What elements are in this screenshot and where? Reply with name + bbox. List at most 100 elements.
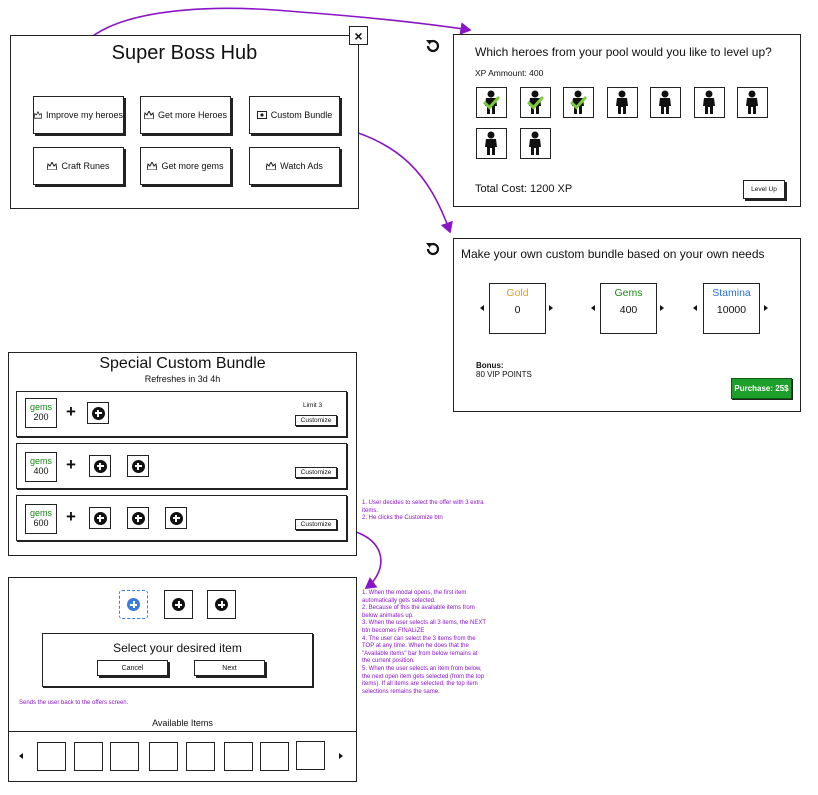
- available-item[interactable]: [186, 742, 215, 771]
- available-item[interactable]: [149, 742, 178, 771]
- refresh-icon[interactable]: [425, 241, 441, 257]
- add-item-button[interactable]: [89, 507, 111, 529]
- gems-value: 400: [33, 466, 49, 476]
- limit-label: Limit 3: [303, 402, 323, 409]
- gems-value: 200: [33, 412, 49, 422]
- chevron-left-icon[interactable]: [480, 305, 484, 311]
- add-item-button[interactable]: [127, 507, 149, 529]
- plus-circle-icon: [127, 598, 140, 611]
- customize-button[interactable]: Customize: [295, 519, 337, 530]
- chevron-left-icon[interactable]: [19, 753, 23, 759]
- level-up-button[interactable]: Level Up: [743, 180, 785, 199]
- chevron-left-icon[interactable]: [591, 305, 595, 311]
- hero-icon: [746, 90, 758, 114]
- gems-box: gems 400: [25, 452, 57, 482]
- select-prompt: Select your desired item: [113, 641, 242, 655]
- cancel-button[interactable]: Cancel: [97, 660, 168, 676]
- item-slot[interactable]: [164, 590, 193, 619]
- available-item[interactable]: [224, 742, 253, 771]
- plus-circle-icon: [93, 459, 107, 473]
- chevron-left-icon[interactable]: [693, 305, 697, 311]
- custom-bundle-button[interactable]: Custom Bundle: [249, 96, 340, 134]
- next-button[interactable]: Next: [194, 660, 265, 676]
- resource-name: Gems: [614, 287, 643, 299]
- refresh-icon[interactable]: [425, 38, 441, 54]
- available-item[interactable]: [296, 741, 325, 770]
- hero-slot[interactable]: [737, 87, 768, 118]
- hub-title: Super Boss Hub: [111, 42, 258, 64]
- get-more-gems-button[interactable]: Get more gems: [140, 147, 231, 185]
- plus-sign: +: [66, 402, 76, 421]
- gems-box: gems 600: [25, 504, 57, 534]
- custom-bundle-title: Make your own custom bundle based on you…: [461, 247, 765, 261]
- xp-amount: XP Ammount: 400: [475, 68, 544, 78]
- item-slot[interactable]: [207, 590, 236, 619]
- crown-icon: [34, 111, 42, 119]
- hero-slot[interactable]: [650, 87, 681, 118]
- available-label: Available Items: [152, 718, 213, 728]
- close-button[interactable]: ×: [349, 26, 368, 45]
- button-label: Purchase: 25$: [734, 384, 789, 393]
- chevron-right-icon[interactable]: [549, 305, 553, 311]
- button-label: Get more Heroes: [157, 110, 228, 120]
- get-more-heroes-button[interactable]: Get more Heroes: [140, 96, 231, 134]
- hero-icon: [483, 90, 500, 114]
- special-title: Special Custom Bundle: [99, 355, 266, 372]
- hero-slot[interactable]: [476, 128, 507, 159]
- hero-icon: [529, 131, 541, 155]
- gems-label: gems: [29, 456, 52, 466]
- button-label: Next: [222, 664, 237, 672]
- button-label: Customize: [300, 417, 332, 424]
- resource-value: 10000: [716, 304, 747, 316]
- crown-icon: [47, 162, 58, 170]
- hero-slot[interactable]: [693, 87, 725, 118]
- available-item[interactable]: [37, 742, 66, 771]
- crown-icon: [143, 111, 154, 119]
- gems-label: gems: [29, 402, 52, 412]
- chevron-right-icon[interactable]: [339, 753, 343, 759]
- modal-annotation: 1. When the modal opens, the first item …: [362, 590, 487, 695]
- gems-box: gems 200: [25, 398, 57, 428]
- add-item-button[interactable]: [89, 455, 111, 477]
- button-label: Craft Runes: [61, 161, 110, 171]
- resource-value: 400: [619, 304, 638, 316]
- hero-slot[interactable]: [606, 87, 638, 118]
- bonus-value: 80 VIP POINTS: [476, 370, 532, 379]
- hero-slot[interactable]: [519, 87, 551, 118]
- improve-heroes-button[interactable]: Improve my heroes: [33, 96, 124, 134]
- plus-circle-icon: [131, 511, 145, 525]
- resource-stamina: Stamina 10000: [703, 283, 760, 334]
- button-label: Level Up: [751, 186, 777, 193]
- chevron-right-icon[interactable]: [764, 305, 768, 311]
- purchase-button[interactable]: Purchase: 25$: [731, 378, 792, 399]
- customize-button[interactable]: Customize: [295, 415, 337, 426]
- watch-ads-button[interactable]: Watch Ads: [249, 147, 340, 185]
- available-item[interactable]: [260, 742, 289, 771]
- selected-slot[interactable]: [119, 590, 148, 619]
- add-item-button[interactable]: [127, 455, 149, 477]
- plus-circle-icon: [169, 511, 183, 525]
- hero-icon: [527, 90, 543, 114]
- craft-runes-button[interactable]: Craft Runes: [33, 147, 124, 185]
- total-cost: Total Cost: 1200 XP: [475, 183, 573, 195]
- button-label: Watch Ads: [280, 161, 323, 171]
- plus-circle-icon: [91, 406, 105, 420]
- cancel-annotation: Sends the user back to the offers screen…: [19, 700, 129, 706]
- plus-circle-icon: [215, 598, 228, 611]
- chevron-right-icon[interactable]: [660, 305, 664, 311]
- hero-icon: [702, 90, 715, 114]
- available-item[interactable]: [74, 742, 103, 771]
- hero-slot[interactable]: [520, 128, 551, 159]
- levelup-question: Which heroes from your pool would you li…: [475, 45, 772, 59]
- hero-slot[interactable]: [476, 87, 507, 118]
- customize-button[interactable]: Customize: [295, 467, 337, 478]
- add-item-button[interactable]: [87, 402, 109, 424]
- plus-circle-icon: [172, 598, 185, 611]
- button-label: Customize: [300, 469, 332, 476]
- offer-annotation: 1. User decides to select the offer with…: [362, 500, 484, 522]
- add-item-button[interactable]: [165, 507, 187, 529]
- available-item[interactable]: [110, 742, 139, 771]
- resource-name: Gold: [506, 287, 529, 299]
- gems-value: 600: [33, 518, 49, 528]
- hero-slot[interactable]: [563, 87, 594, 118]
